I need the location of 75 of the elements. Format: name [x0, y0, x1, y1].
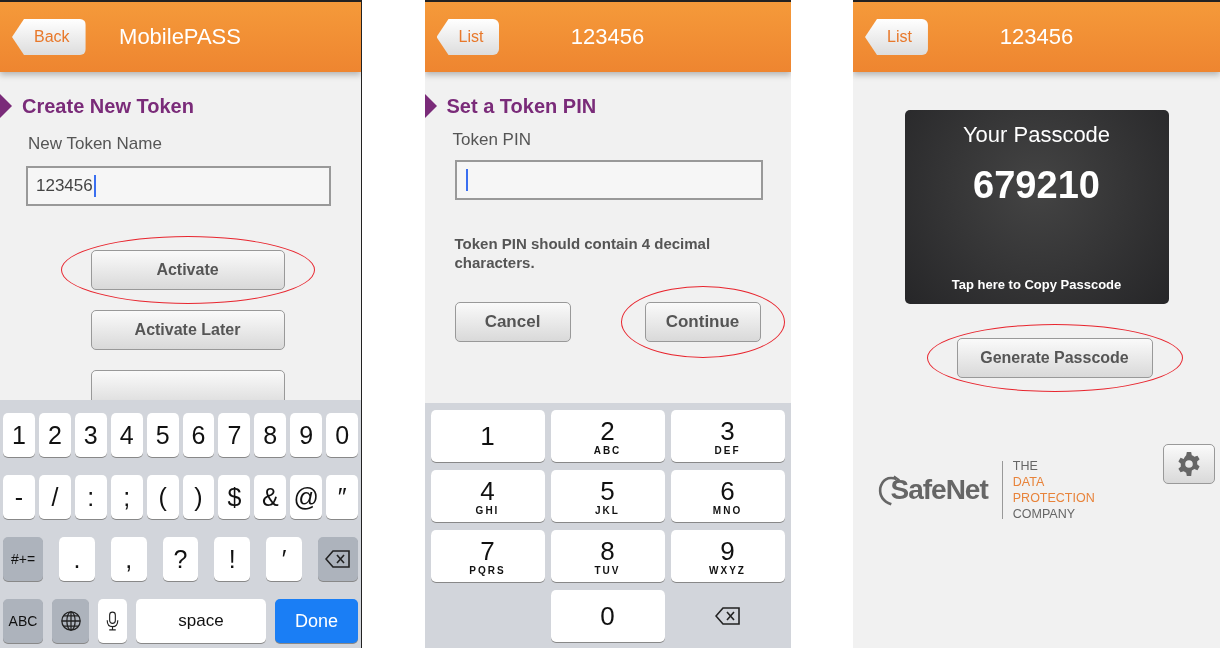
keyboard-key[interactable]: $	[218, 475, 251, 519]
tagline-line: COMPANY	[1012, 506, 1077, 522]
backspace-icon	[714, 607, 741, 625]
triangle-icon	[424, 94, 437, 118]
keyboard-key[interactable]: ,	[110, 537, 147, 581]
keyboard-key[interactable]: 4	[110, 413, 143, 457]
done-key[interactable]: Done	[275, 599, 358, 643]
keyboard-key[interactable]: 5	[146, 413, 179, 457]
hint-text: Token PIN should contain 4 decimal characters.	[454, 234, 712, 272]
field-label: Token PIN	[452, 130, 532, 150]
settings-button[interactable]	[1162, 444, 1215, 484]
keyboard-key[interactable]: 3	[74, 413, 107, 457]
field-label: New Token Name	[28, 134, 163, 154]
logo-text: SafeNet	[890, 474, 988, 506]
passcode-value: 679210	[973, 164, 1100, 207]
globe-key[interactable]	[52, 599, 89, 643]
keyboard-key[interactable]: :	[74, 475, 107, 519]
tagline-line: PROTECTION	[1012, 490, 1095, 506]
keyboard-key[interactable]: )	[182, 475, 215, 519]
keyboard-key[interactable]: 1	[3, 413, 35, 457]
keypad-key[interactable]: 5 JKL	[550, 470, 665, 522]
globe-icon	[59, 610, 82, 632]
keypad-key[interactable]: 8 TUV	[550, 530, 665, 582]
keyboard-key[interactable]: 2	[38, 413, 71, 457]
keypad-key[interactable]: 1	[430, 410, 545, 462]
keyboard-key[interactable]: ′	[266, 537, 302, 581]
action-button[interactable]: Activate Later	[90, 310, 285, 350]
settings-icon	[1175, 451, 1202, 477]
keyboard-key[interactable]: 8	[254, 413, 287, 457]
keypad-key[interactable]: 2 ABC	[550, 410, 665, 462]
covered-button[interactable]	[90, 370, 285, 400]
triangle-icon	[0, 94, 12, 118]
microphone-key[interactable]	[98, 599, 127, 643]
text-field[interactable]	[454, 160, 763, 200]
keypad-key[interactable]: 6 MNO	[670, 470, 785, 522]
keyboard-key[interactable]: 0	[326, 413, 359, 457]
tagline-line: THE	[1012, 458, 1039, 474]
backspace-key[interactable]	[318, 537, 358, 581]
action-button[interactable]: Cancel	[454, 302, 571, 342]
keyboard-key[interactable]: !	[214, 537, 251, 581]
screen-title: 123456	[999, 24, 1074, 50]
screen-title: 123456	[570, 24, 645, 50]
keyboard-key[interactable]: ABC	[3, 599, 43, 643]
keyboard-key[interactable]: #+=	[3, 537, 43, 581]
keypad-key[interactable]: 4 GHI	[430, 470, 545, 522]
keyboard-key[interactable]: ;	[110, 475, 143, 519]
keyboard-key[interactable]: 7	[218, 413, 251, 457]
keypad-key[interactable]: 0	[550, 590, 665, 642]
keyboard-key[interactable]: .	[59, 537, 95, 581]
screen-title: MobilePASS	[119, 24, 241, 50]
keyboard-key[interactable]: -	[3, 475, 35, 519]
passcode-card[interactable]: Your Passcode 679210 Tap here to Copy Passcode	[904, 110, 1169, 304]
keyboard-key[interactable]: 9	[290, 413, 323, 457]
card-title: Your Passcode	[962, 122, 1111, 148]
keyboard-key[interactable]: ″	[326, 475, 359, 519]
action-button[interactable]: Activate	[90, 250, 285, 290]
section-title: Set a Token PIN	[446, 94, 597, 118]
keyboard-key[interactable]: @	[290, 475, 323, 519]
tagline-line: DATA	[1012, 474, 1046, 490]
keyboard-key[interactable]: (	[146, 475, 179, 519]
keypad-key[interactable]: 9 WXYZ	[670, 530, 785, 582]
keypad-key[interactable]: 7 PQRS	[430, 530, 545, 582]
backspace-icon	[325, 550, 351, 568]
generate-button[interactable]: Generate Passcode	[956, 338, 1153, 378]
text-field[interactable]: 123456	[26, 166, 331, 206]
keyboard-key[interactable]: 6	[182, 413, 215, 457]
keyboard-key[interactable]: /	[38, 475, 71, 519]
microphone-icon	[106, 611, 119, 631]
keypad-key[interactable]: 3 DEF	[670, 410, 785, 462]
keyboard-key[interactable]: &	[254, 475, 287, 519]
space-key[interactable]: space	[136, 599, 266, 643]
copy-hint: Tap here to Copy Passcode	[951, 277, 1122, 292]
keyboard-key[interactable]: ?	[162, 537, 199, 581]
section-title: Create New Token	[22, 94, 194, 118]
action-button[interactable]: Continue	[644, 302, 761, 342]
